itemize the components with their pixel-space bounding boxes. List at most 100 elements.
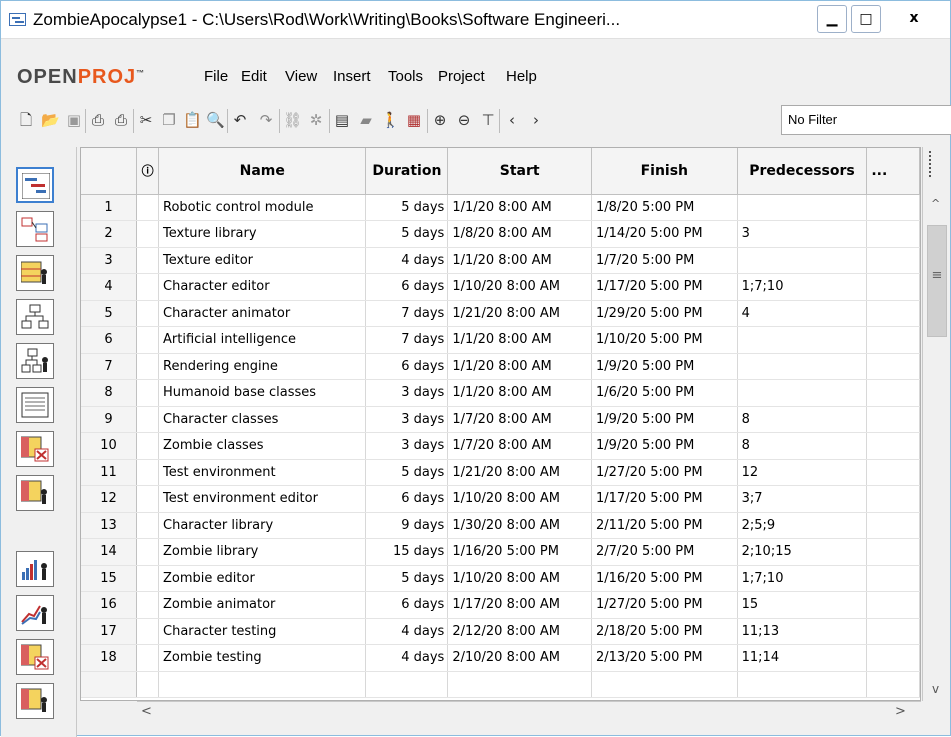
cell-predecessors[interactable]: 11;13 xyxy=(737,618,868,645)
zoom-in-icon[interactable]: ⊕ xyxy=(431,111,449,129)
cell-indicator[interactable] xyxy=(136,273,160,301)
scroll-up-arrow[interactable]: ^ xyxy=(931,197,940,210)
previous-icon[interactable]: ‹ xyxy=(503,111,521,129)
table-row[interactable]: 1 Robotic control module 5 days 1/1/20 8:00… xyxy=(81,194,920,221)
cell-indicator[interactable] xyxy=(136,247,160,274)
cell-start[interactable]: 2/12/20 8:00 AM xyxy=(447,618,592,645)
menu-help[interactable]: Help xyxy=(506,68,537,85)
cell-finish[interactable]: 1/17/20 5:00 PM xyxy=(591,273,738,301)
maximize-button[interactable]: □ xyxy=(851,5,881,33)
cell-start[interactable]: 1/30/20 8:00 AM xyxy=(447,512,592,539)
cell-id[interactable]: 10 xyxy=(81,432,138,460)
cell-duration[interactable]: 6 days xyxy=(365,273,449,301)
charts-view-button[interactable] xyxy=(16,595,54,631)
cell-finish[interactable]: 1/6/20 5:00 PM xyxy=(591,379,738,407)
cell-start[interactable]: 1/1/20 8:00 AM xyxy=(447,194,592,221)
scroll-thumb[interactable]: ≡ xyxy=(927,225,947,337)
cell-id[interactable]: 13 xyxy=(81,512,138,539)
cell-id[interactable]: 8 xyxy=(81,379,138,407)
cell-duration[interactable]: 7 days xyxy=(365,326,449,354)
redo-icon[interactable]: ↷ xyxy=(257,111,275,129)
cell-predecessors[interactable]: 8 xyxy=(737,432,868,460)
cell-name[interactable]: Artificial intelligence xyxy=(158,326,367,354)
cell-name[interactable]: Character library xyxy=(158,512,367,539)
cell-start[interactable]: 1/17/20 8:00 AM xyxy=(447,591,592,619)
cell-duration[interactable]: 5 days xyxy=(365,220,449,248)
cell-predecessors[interactable] xyxy=(737,379,868,407)
cell-start[interactable]: 1/21/20 8:00 AM xyxy=(447,459,592,486)
cell-finish[interactable]: 2/18/20 5:00 PM xyxy=(591,618,738,645)
cell-start[interactable]: 2/10/20 8:00 AM xyxy=(447,644,592,672)
cell-finish[interactable]: 1/29/20 5:00 PM xyxy=(591,300,738,327)
cell-predecessors[interactable] xyxy=(737,247,868,274)
horizontal-scrollbar[interactable]: < > xyxy=(137,701,921,723)
print-preview-icon[interactable]: ⎙ xyxy=(112,111,130,129)
next-icon[interactable]: › xyxy=(527,111,545,129)
table-row[interactable]: 14 Zombie library 15 days 1/16/20 5:00 PM 2/… xyxy=(81,538,920,566)
cell-indicator[interactable] xyxy=(136,538,160,566)
find-icon[interactable]: 🔍 xyxy=(206,111,225,129)
rbs-view-button[interactable] xyxy=(16,343,54,379)
column-header-start[interactable]: Start xyxy=(447,148,592,195)
cell-indicator[interactable] xyxy=(136,432,160,460)
column-header-duration[interactable]: Duration xyxy=(365,148,449,195)
column-header-predecessors[interactable]: Predecessors xyxy=(737,148,868,195)
print-icon[interactable]: ⎙ xyxy=(89,111,107,129)
cell-name[interactable]: Zombie animator xyxy=(158,591,367,619)
cell-duration[interactable]: 5 days xyxy=(365,459,449,486)
cell-predecessors[interactable]: 3 xyxy=(737,220,868,248)
cell-predecessors[interactable] xyxy=(737,353,868,380)
cell-start[interactable]: 1/7/20 8:00 AM xyxy=(447,406,592,433)
cell-name[interactable]: Texture editor xyxy=(158,247,367,274)
cell-indicator[interactable] xyxy=(136,512,160,539)
cell-name[interactable]: Zombie testing xyxy=(158,644,367,672)
cell-name[interactable]: Humanoid base classes xyxy=(158,379,367,407)
cell-start[interactable]: 1/10/20 8:00 AM xyxy=(447,273,592,301)
cell-indicator[interactable] xyxy=(136,618,160,645)
new-project-icon[interactable]: 🗋 xyxy=(17,111,35,129)
menu-file[interactable]: File xyxy=(204,68,228,85)
cell-duration[interactable]: 4 days xyxy=(365,644,449,672)
resource-usage-detail-button[interactable] xyxy=(16,683,54,719)
resource-usage-view-button[interactable] xyxy=(16,475,54,511)
cell-name[interactable]: Zombie library xyxy=(158,538,367,566)
cell-finish[interactable]: 1/16/20 5:00 PM xyxy=(591,565,738,592)
menu-insert[interactable]: Insert xyxy=(333,68,371,85)
cell-id[interactable]: 1 xyxy=(81,194,138,221)
cell-indicator[interactable] xyxy=(136,591,160,619)
cell-name[interactable]: Character classes xyxy=(158,406,367,433)
table-row[interactable]: 13 Character library 9 days 1/30/20 8:00 AM… xyxy=(81,512,920,539)
scroll-right-arrow[interactable]: > xyxy=(895,704,906,719)
cell-finish[interactable]: 2/13/20 5:00 PM xyxy=(591,644,738,672)
cell-predecessors[interactable]: 11;14 xyxy=(737,644,868,672)
column-header-indicators[interactable]: ⓘ xyxy=(136,148,160,195)
copy-icon[interactable]: ❐ xyxy=(160,111,178,129)
cell-duration[interactable]: 15 days xyxy=(365,538,449,566)
table-row[interactable]: 12 Test environment editor 6 days 1/10/20 8… xyxy=(81,485,920,513)
task-usage-view-button[interactable] xyxy=(16,431,54,467)
cell-start[interactable]: 1/10/20 8:00 AM xyxy=(447,485,592,513)
wbs-view-button[interactable] xyxy=(16,299,54,335)
resources-view-button[interactable] xyxy=(16,255,54,291)
cell-finish[interactable]: 1/8/20 5:00 PM xyxy=(591,194,738,221)
cell-id[interactable]: 12 xyxy=(81,485,138,513)
cell-finish[interactable]: 1/27/20 5:00 PM xyxy=(591,591,738,619)
cell-duration[interactable]: 7 days xyxy=(365,300,449,327)
cell-finish[interactable]: 1/9/20 5:00 PM xyxy=(591,406,738,433)
cell-name[interactable]: Robotic control module xyxy=(158,194,367,221)
cell-indicator[interactable] xyxy=(136,353,160,380)
histogram-view-button[interactable] xyxy=(16,551,54,587)
scroll-to-task-icon[interactable]: ⊤ xyxy=(479,111,497,129)
menu-project[interactable]: Project xyxy=(438,68,485,85)
column-header-name[interactable]: Name xyxy=(158,148,367,195)
menu-tools[interactable]: Tools xyxy=(388,68,423,85)
table-row[interactable]: 17 Character testing 4 days 2/12/20 8:00 AM… xyxy=(81,618,920,645)
cell-predecessors[interactable]: 2;5;9 xyxy=(737,512,868,539)
task-usage-detail-button[interactable] xyxy=(16,639,54,675)
column-header-more[interactable]: ... xyxy=(866,148,920,195)
cell-finish[interactable]: 1/9/20 5:00 PM xyxy=(591,353,738,380)
cell-duration[interactable]: 6 days xyxy=(365,591,449,619)
cell-name[interactable]: Character animator xyxy=(158,300,367,327)
table-row[interactable]: 6 Artificial intelligence 7 days 1/1/20 8:0… xyxy=(81,326,920,354)
cell-predecessors[interactable]: 8 xyxy=(737,406,868,433)
